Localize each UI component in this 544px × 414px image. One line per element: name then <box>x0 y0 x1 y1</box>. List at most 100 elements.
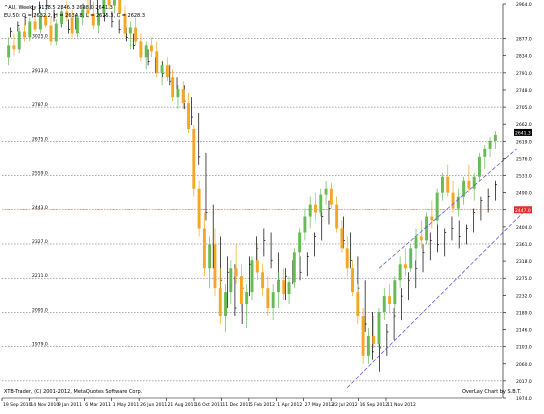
candle-body <box>224 292 228 317</box>
candle-body <box>414 236 418 249</box>
candle-body <box>239 276 243 305</box>
time-tick-label: 16 Oct 2011 <box>195 402 223 408</box>
candle-body <box>303 216 307 233</box>
candle-body <box>271 292 275 309</box>
price-tick-label: 2619.0 <box>516 139 532 145</box>
price-tick-label: 2404.0 <box>516 225 532 231</box>
candle-body <box>393 280 397 305</box>
price-tick-label: 2748.0 <box>516 88 532 94</box>
candle-body <box>23 31 26 38</box>
candle-body <box>287 282 291 295</box>
candle-body <box>398 264 402 281</box>
candle-body <box>440 176 444 193</box>
overlay-axis-label: 2095.0 <box>32 307 48 313</box>
candle-body <box>266 288 270 309</box>
candle-body <box>451 192 455 209</box>
candle-body <box>382 296 386 313</box>
candle-body <box>324 188 328 195</box>
candle-body <box>28 21 32 38</box>
candle-body <box>134 27 138 42</box>
red-price-label: 2447.0 <box>515 208 531 214</box>
candle-body <box>345 248 349 269</box>
candle-body <box>229 268 233 293</box>
candle-body <box>351 268 354 293</box>
candle-body <box>197 188 201 229</box>
candle-body <box>462 180 466 197</box>
candle-body <box>319 194 323 213</box>
candle-body <box>335 204 339 229</box>
candle-body <box>218 288 222 317</box>
time-tick-label: 6 Mar 2011 <box>85 402 111 408</box>
current-price-label: 2641.3 <box>515 130 531 136</box>
candle-body <box>165 65 169 78</box>
candle-body <box>472 176 476 189</box>
price-tick-label: 2662.0 <box>516 122 532 128</box>
candle-body <box>144 45 148 58</box>
price-tick-label: 2834.0 <box>516 54 532 60</box>
time-tick-label: 1 Apr 2012 <box>277 402 302 408</box>
chart-canvas: 3025.0 2913.0 2787.0 2675.0 2559.0 2443.0 2327… <box>0 0 544 410</box>
candle-body <box>208 244 212 269</box>
candle-body <box>298 232 302 253</box>
price-tick-label: 2791.0 <box>516 71 532 77</box>
time-tick-label: 5 Feb 2012 <box>250 402 275 408</box>
candle-body <box>308 204 312 217</box>
candle-body <box>250 260 254 293</box>
overlay-axis-label: 2787.0 <box>32 102 48 108</box>
chart-background <box>0 0 544 410</box>
price-tick-label: 2576.0 <box>516 156 532 162</box>
header-line-1: ^AU, Weekly 3138.5 2846.3 2638.0 2641.3 <box>4 5 113 11</box>
footer-copyright: XTB-Trader, (C) 2001-2012, MetaQuotes So… <box>4 389 143 395</box>
overlay-axis-label: 2559.0 <box>32 171 48 177</box>
candle-body <box>409 248 413 269</box>
candle-body <box>33 21 37 30</box>
time-tick-label: 26 Jun 2011 <box>140 402 167 408</box>
candle-body <box>282 280 286 295</box>
candle-body <box>377 312 381 344</box>
candle-body <box>446 176 450 193</box>
candle-body <box>128 27 132 34</box>
price-tick-label: 2275.0 <box>516 276 532 282</box>
candle-body <box>478 156 481 177</box>
candle-body <box>419 236 423 241</box>
candle-body <box>171 77 175 98</box>
price-tick-label: 2964.0 <box>516 2 532 8</box>
candle-body <box>403 264 407 269</box>
candle-body <box>366 335 370 356</box>
candle-body <box>245 292 249 305</box>
price-tick-label: 2232.0 <box>516 293 532 299</box>
candle-body <box>181 89 185 104</box>
candle-body <box>329 188 333 205</box>
price-tick-label: 2318.0 <box>516 259 532 265</box>
candle-body <box>483 148 487 157</box>
time-tick-label: 11 Nov 2012 <box>387 402 416 408</box>
candle-body <box>139 41 143 58</box>
overlay-axis-label: 2211.0 <box>32 273 48 279</box>
price-tick-label: 2146.0 <box>516 328 532 334</box>
candle-body <box>187 103 190 129</box>
time-tick-label: 9 Jan 2011 <box>58 402 82 408</box>
candle-body <box>176 89 180 98</box>
price-tick-label: 2533.0 <box>516 174 532 180</box>
candle-body <box>372 335 376 344</box>
header-line-2: EU.50: O = 2632.2, H = 2634.8, L = 2625.… <box>4 13 145 19</box>
candle-body <box>255 260 259 273</box>
candle-body <box>213 244 217 289</box>
candle-body <box>234 268 238 277</box>
time-tick-label: 27 May 2012 <box>305 402 334 408</box>
candle-body <box>202 228 206 269</box>
candle-body <box>456 196 460 209</box>
candle-body <box>70 17 74 34</box>
candle-body <box>425 216 429 241</box>
price-tick-label: 2060.0 <box>516 362 532 368</box>
price-tick-label: 2877.0 <box>516 37 532 43</box>
candle-body <box>17 31 21 50</box>
candle-body <box>49 25 53 42</box>
price-tick-label: 2490.0 <box>516 191 532 197</box>
candle-body <box>112 0 116 6</box>
candle-body <box>493 134 497 141</box>
overlay-axis-label: 1979.0 <box>32 342 48 348</box>
chart-window: 3025.0 2913.0 2787.0 2675.0 2559.0 2443.0 2327… <box>0 0 544 410</box>
overlay-axis-label: 2327.0 <box>32 239 48 245</box>
price-tick-label: 2103.0 <box>516 345 532 351</box>
